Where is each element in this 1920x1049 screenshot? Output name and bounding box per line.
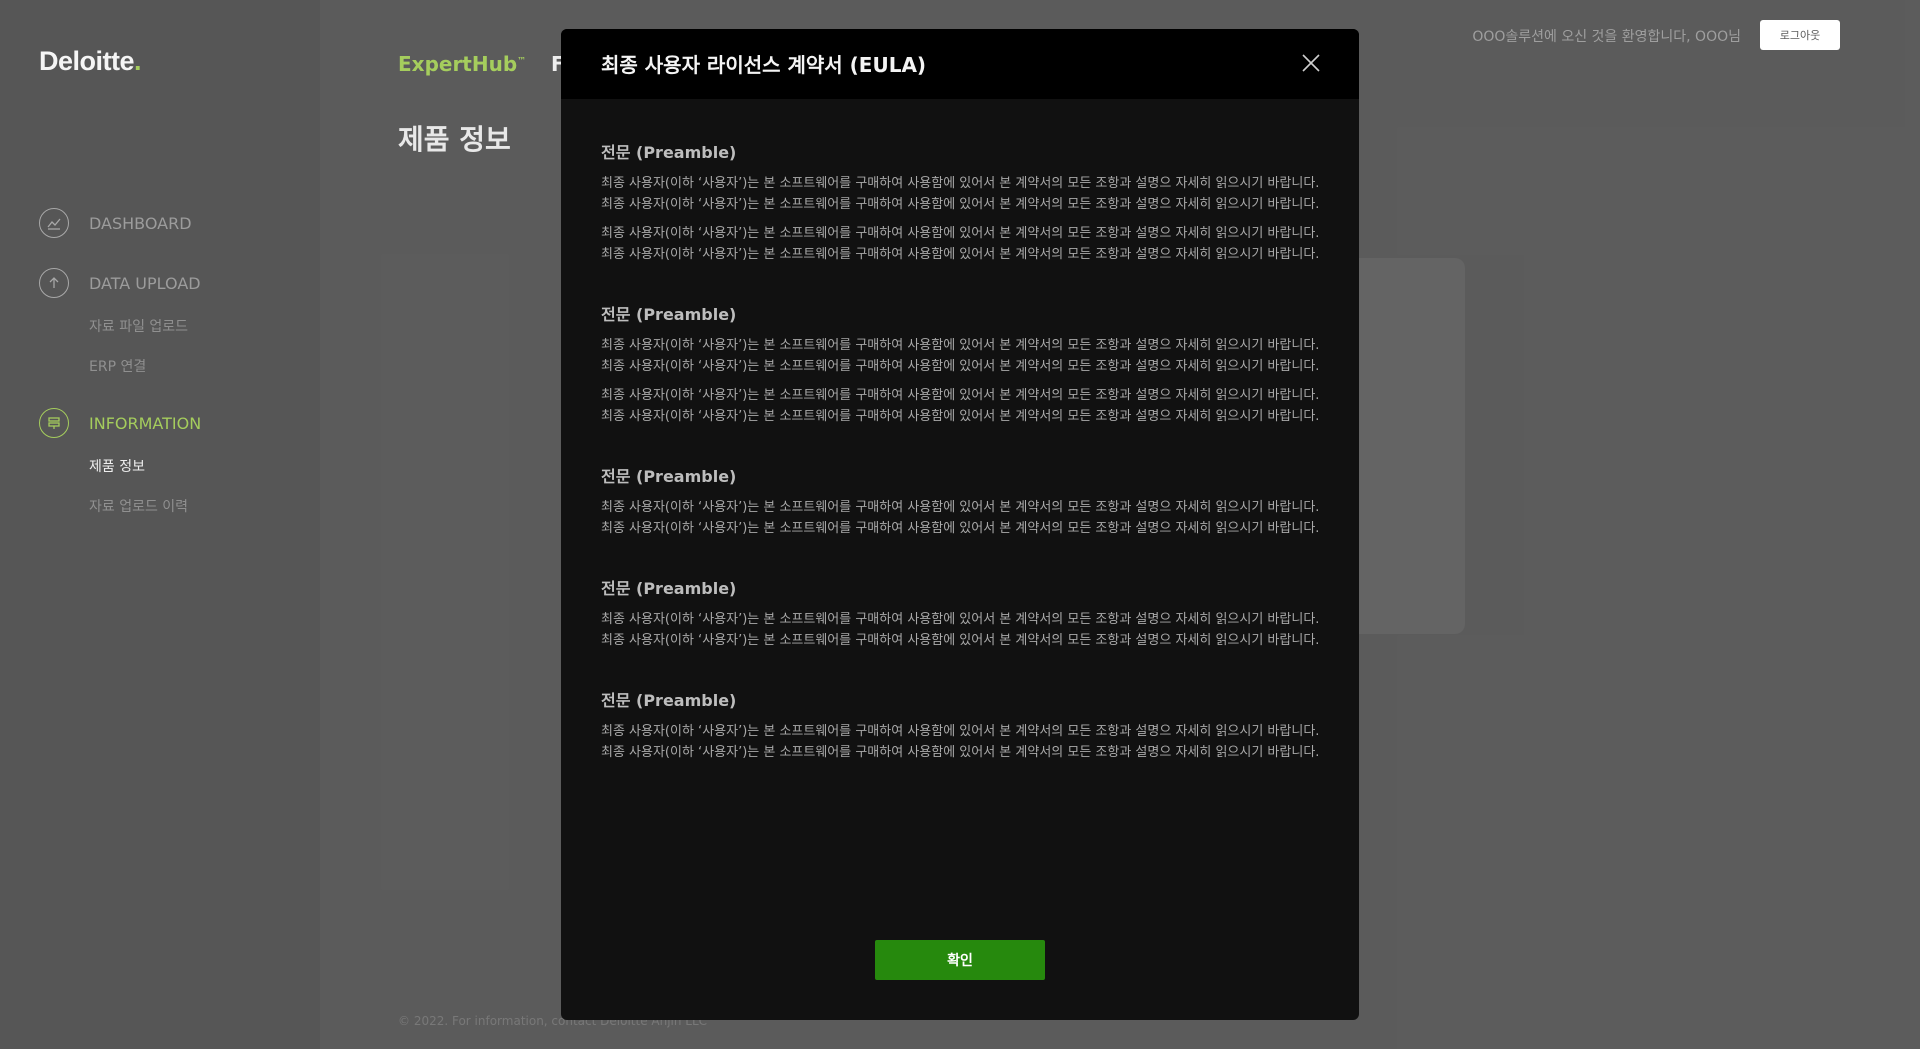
modal-body[interactable]: 전문 (Preamble) 최종 사용자(이하 ‘사용자’)는 본 소프트웨어를…: [601, 99, 1321, 939]
eula-section: 전문 (Preamble) 최종 사용자(이하 ‘사용자’)는 본 소프트웨어를…: [601, 687, 1321, 763]
eula-modal: 최종 사용자 라이선스 계약서 (EULA) 전문 (Preamble) 최종 …: [561, 29, 1359, 1020]
section-paragraph: 최종 사용자(이하 ‘사용자’)는 본 소프트웨어를 구매하여 사용함에 있어서…: [601, 176, 1320, 212]
section-paragraph: 최종 사용자(이하 ‘사용자’)는 본 소프트웨어를 구매하여 사용함에 있어서…: [601, 724, 1320, 760]
section-paragraph: 최종 사용자(이하 ‘사용자’)는 본 소프트웨어를 구매하여 사용함에 있어서…: [601, 226, 1320, 262]
section-title: 전문 (Preamble): [601, 691, 737, 710]
modal-header: 최종 사용자 라이선스 계약서 (EULA): [561, 29, 1359, 99]
close-button[interactable]: [1299, 51, 1323, 75]
eula-section: 전문 (Preamble) 최종 사용자(이하 ‘사용자’)는 본 소프트웨어를…: [601, 463, 1321, 539]
close-icon: [1302, 54, 1320, 72]
section-title: 전문 (Preamble): [601, 305, 737, 324]
section-title: 전문 (Preamble): [601, 467, 737, 486]
section-paragraph: 최종 사용자(이하 ‘사용자’)는 본 소프트웨어를 구매하여 사용함에 있어서…: [601, 388, 1320, 424]
eula-section: 전문 (Preamble) 최종 사용자(이하 ‘사용자’)는 본 소프트웨어를…: [601, 139, 1321, 265]
section-title: 전문 (Preamble): [601, 579, 737, 598]
section-paragraph: 최종 사용자(이하 ‘사용자’)는 본 소프트웨어를 구매하여 사용함에 있어서…: [601, 500, 1320, 536]
section-title: 전문 (Preamble): [601, 143, 737, 162]
section-paragraph: 최종 사용자(이하 ‘사용자’)는 본 소프트웨어를 구매하여 사용함에 있어서…: [601, 338, 1320, 374]
confirm-button[interactable]: 확인: [875, 940, 1045, 980]
eula-section: 전문 (Preamble) 최종 사용자(이하 ‘사용자’)는 본 소프트웨어를…: [601, 575, 1321, 651]
app-root: Deloitte. DASHBOARD DATA UPLOAD 자료 파일 업로…: [0, 0, 1920, 1049]
section-paragraph: 최종 사용자(이하 ‘사용자’)는 본 소프트웨어를 구매하여 사용함에 있어서…: [601, 612, 1320, 648]
eula-section: 전문 (Preamble) 최종 사용자(이하 ‘사용자’)는 본 소프트웨어를…: [601, 301, 1321, 427]
modal-title: 최종 사용자 라이선스 계약서 (EULA): [601, 53, 927, 77]
